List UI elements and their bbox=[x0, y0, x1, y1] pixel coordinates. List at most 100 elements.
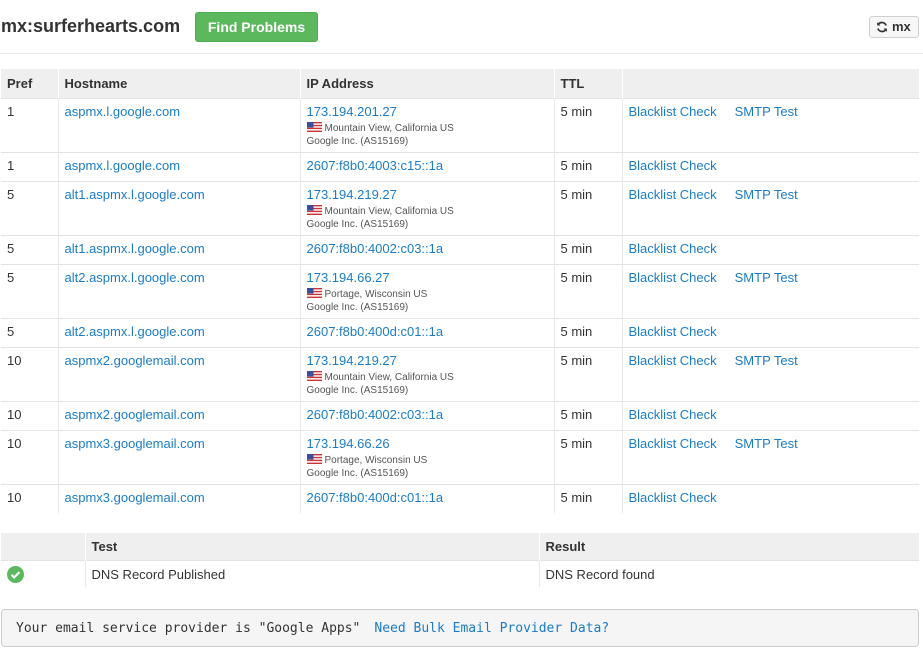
ip-location: Mountain View, California US bbox=[324, 205, 454, 217]
blacklist-check-link[interactable]: Blacklist Check bbox=[629, 490, 717, 505]
provider-text: Your email service provider is "Google A… bbox=[16, 621, 361, 636]
actions-cell: Blacklist Check bbox=[622, 483, 919, 513]
blacklist-check-link[interactable]: Blacklist Check bbox=[629, 324, 717, 339]
ip-cell: 173.194.219.27 Mountain View, California … bbox=[300, 180, 555, 235]
blacklist-check-link[interactable]: Blacklist Check bbox=[629, 187, 717, 202]
test-name: DNS Record Published bbox=[85, 559, 540, 587]
ttl-cell: 5 min bbox=[554, 429, 623, 484]
col-result: Result bbox=[539, 533, 919, 560]
hostname-cell: aspmx.l.google.com bbox=[58, 97, 301, 152]
hostname-link[interactable]: aspmx3.googlemail.com bbox=[65, 490, 205, 505]
ip-cell: 2607:f8b0:4002:c03::1a bbox=[300, 400, 555, 430]
actions-cell: Blacklist Check bbox=[622, 400, 919, 430]
table-row: 10 aspmx2.googlemail.com 2607:f8b0:4002:c0… bbox=[1, 400, 919, 430]
col-pref: Pref bbox=[1, 69, 59, 98]
blacklist-check-link[interactable]: Blacklist Check bbox=[629, 241, 717, 256]
mx-refresh-button[interactable]: mx bbox=[869, 16, 919, 38]
us-flag-icon bbox=[306, 453, 322, 464]
ip-asn: Google Inc. (AS15169) bbox=[306, 135, 409, 147]
test-result: DNS Record found bbox=[539, 559, 919, 587]
smtp-test-link[interactable]: SMTP Test bbox=[735, 104, 798, 119]
hostname-link[interactable]: aspmx3.googlemail.com bbox=[65, 436, 205, 451]
ttl-cell: 5 min bbox=[554, 234, 623, 264]
hostname-link[interactable]: aspmx.l.google.com bbox=[65, 104, 181, 119]
pref-cell: 10 bbox=[1, 483, 59, 513]
ip-geo-info: Mountain View, California US Google Inc. … bbox=[306, 204, 548, 231]
actions-cell: Blacklist Check SMTP Test bbox=[622, 346, 919, 401]
ip-address-link[interactable]: 2607:f8b0:4002:c03::1a bbox=[307, 241, 444, 256]
actions-cell: Blacklist Check SMTP Test bbox=[622, 97, 919, 152]
col-ttl: TTL bbox=[554, 69, 623, 98]
test-table-header: Test Result bbox=[1, 533, 919, 560]
ip-address-link[interactable]: 2607:f8b0:4003:c15::1a bbox=[307, 158, 444, 173]
blacklist-check-link[interactable]: Blacklist Check bbox=[629, 407, 717, 422]
ip-address-link[interactable]: 173.194.219.27 bbox=[307, 187, 397, 202]
table-row: 10 aspmx3.googlemail.com 173.194.66.26 Port… bbox=[1, 429, 919, 484]
pref-cell: 5 bbox=[1, 234, 59, 264]
pref-cell: 10 bbox=[1, 400, 59, 430]
hostname-cell: aspmx3.googlemail.com bbox=[58, 483, 301, 513]
provider-banner: Your email service provider is "Google A… bbox=[1, 609, 919, 647]
ip-asn: Google Inc. (AS15169) bbox=[306, 384, 409, 396]
col-test: Test bbox=[85, 533, 540, 560]
ip-address-link[interactable]: 173.194.201.27 bbox=[307, 104, 397, 119]
bulk-provider-data-link[interactable]: Need Bulk Email Provider Data? bbox=[374, 621, 609, 636]
hostname-cell: aspmx2.googlemail.com bbox=[58, 346, 301, 401]
table-row: 5 alt1.aspmx.l.google.com 173.194.219.27 Mo… bbox=[1, 180, 919, 235]
pref-cell: 1 bbox=[1, 151, 59, 181]
hostname-link[interactable]: aspmx2.googlemail.com bbox=[65, 353, 205, 368]
hostname-link[interactable]: aspmx2.googlemail.com bbox=[65, 407, 205, 422]
table-row: 5 alt2.aspmx.l.google.com 173.194.66.27 Por… bbox=[1, 263, 919, 318]
blacklist-check-link[interactable]: Blacklist Check bbox=[629, 353, 717, 368]
hostname-link[interactable]: aspmx.l.google.com bbox=[65, 158, 181, 173]
ttl-cell: 5 min bbox=[554, 97, 623, 152]
table-row: 1 aspmx.l.google.com 173.194.201.27 Mountai… bbox=[1, 97, 919, 152]
ip-location: Mountain View, California US bbox=[324, 371, 454, 383]
actions-cell: Blacklist Check bbox=[622, 234, 919, 264]
ip-cell: 2607:f8b0:400d:c01::1a bbox=[300, 317, 555, 347]
pref-cell: 5 bbox=[1, 317, 59, 347]
ip-cell: 2607:f8b0:4003:c15::1a bbox=[300, 151, 555, 181]
ip-location: Portage, Wisconsin US bbox=[324, 454, 428, 466]
hostname-link[interactable]: alt2.aspmx.l.google.com bbox=[65, 324, 205, 339]
hostname-link[interactable]: alt1.aspmx.l.google.com bbox=[65, 187, 205, 202]
ip-cell: 173.194.66.26 Portage, Wisconsin US Google… bbox=[300, 429, 555, 484]
hostname-cell: aspmx2.googlemail.com bbox=[58, 400, 301, 430]
smtp-test-link[interactable]: SMTP Test bbox=[735, 270, 798, 285]
hostname-link[interactable]: alt2.aspmx.l.google.com bbox=[65, 270, 205, 285]
ip-address-link[interactable]: 173.194.66.26 bbox=[307, 436, 390, 451]
blacklist-check-link[interactable]: Blacklist Check bbox=[629, 158, 717, 173]
hostname-cell: alt1.aspmx.l.google.com bbox=[58, 234, 301, 264]
blacklist-check-link[interactable]: Blacklist Check bbox=[629, 436, 717, 451]
ip-address-link[interactable]: 2607:f8b0:400d:c01::1a bbox=[307, 490, 444, 505]
smtp-test-link[interactable]: SMTP Test bbox=[735, 436, 798, 451]
smtp-test-link[interactable]: SMTP Test bbox=[735, 187, 798, 202]
hostname-link[interactable]: alt1.aspmx.l.google.com bbox=[65, 241, 205, 256]
find-problems-button[interactable]: Find Problems bbox=[195, 12, 318, 42]
us-flag-icon bbox=[306, 121, 322, 132]
actions-cell: Blacklist Check SMTP Test bbox=[622, 429, 919, 484]
check-circle-icon bbox=[7, 565, 24, 583]
us-flag-icon bbox=[306, 370, 322, 381]
ip-address-link[interactable]: 173.194.219.27 bbox=[307, 353, 397, 368]
ip-geo-info: Mountain View, California US Google Inc. … bbox=[306, 121, 548, 148]
ttl-cell: 5 min bbox=[554, 180, 623, 235]
ip-address-link[interactable]: 2607:f8b0:400d:c01::1a bbox=[307, 324, 444, 339]
header: mx:surferhearts.com Find Problems mx bbox=[0, 0, 923, 54]
ip-address-link[interactable]: 2607:f8b0:4002:c03::1a bbox=[307, 407, 444, 422]
page-title: mx:surferhearts.com bbox=[1, 16, 181, 36]
hostname-cell: aspmx.l.google.com bbox=[58, 151, 301, 181]
pref-cell: 10 bbox=[1, 429, 59, 484]
ip-address-link[interactable]: 173.194.66.27 bbox=[307, 270, 390, 285]
us-flag-icon bbox=[306, 204, 322, 215]
col-hostname: Hostname bbox=[58, 69, 301, 98]
ip-cell: 2607:f8b0:400d:c01::1a bbox=[300, 483, 555, 513]
actions-cell: Blacklist Check bbox=[622, 151, 919, 181]
status-cell bbox=[1, 559, 86, 587]
blacklist-check-link[interactable]: Blacklist Check bbox=[629, 270, 717, 285]
blacklist-check-link[interactable]: Blacklist Check bbox=[629, 104, 717, 119]
table-row: 5 alt1.aspmx.l.google.com 2607:f8b0:4002:c… bbox=[1, 234, 919, 264]
ttl-cell: 5 min bbox=[554, 317, 623, 347]
us-flag-icon bbox=[306, 287, 322, 298]
smtp-test-link[interactable]: SMTP Test bbox=[735, 353, 798, 368]
